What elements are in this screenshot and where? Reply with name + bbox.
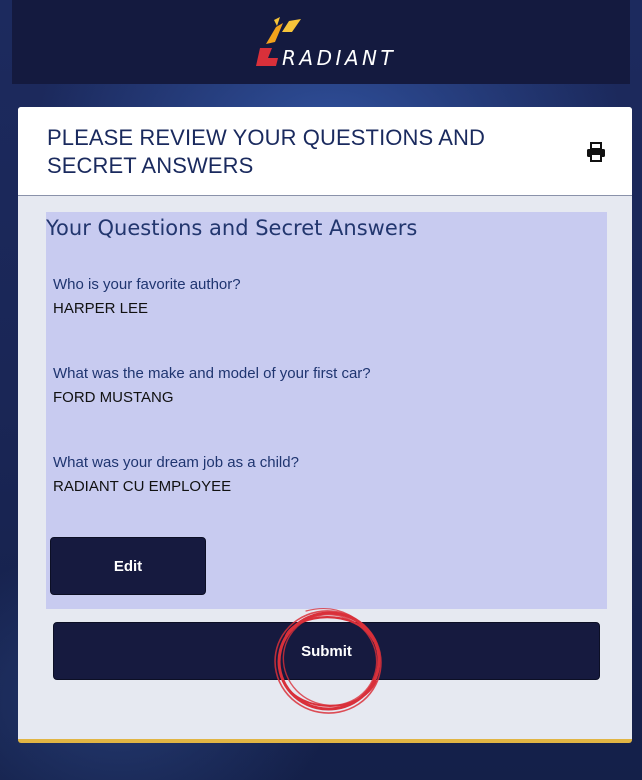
printer-icon[interactable] — [585, 141, 607, 163]
question-2: What was the make and model of your firs… — [53, 365, 371, 382]
radiant-logo[interactable]: RADIANT — [254, 14, 434, 72]
brand-name: RADIANT — [282, 46, 397, 70]
answer-1: HARPER LEE — [53, 300, 149, 317]
page-title-line2: SECRET ANSWERS — [47, 153, 254, 178]
review-card: PLEASE REVIEW YOUR QUESTIONS AND SECRET … — [18, 107, 632, 743]
question-1: Who is your favorite author? — [53, 276, 241, 293]
question-3: What was your dream job as a child? — [53, 454, 299, 471]
qa-heading: Your Questions and Secret Answers — [46, 216, 418, 240]
site-header: RADIANT — [12, 0, 630, 84]
edit-button[interactable]: Edit — [50, 537, 206, 595]
submit-button[interactable]: Submit — [53, 622, 600, 680]
page-title: PLEASE REVIEW YOUR QUESTIONS AND SECRET … — [47, 124, 537, 180]
answer-3: RADIANT CU EMPLOYEE — [53, 478, 232, 495]
page-title-line1: PLEASE REVIEW YOUR QUESTIONS AND — [47, 125, 486, 150]
card-header: PLEASE REVIEW YOUR QUESTIONS AND SECRET … — [18, 107, 632, 196]
answer-2: FORD MUSTANG — [53, 389, 174, 406]
